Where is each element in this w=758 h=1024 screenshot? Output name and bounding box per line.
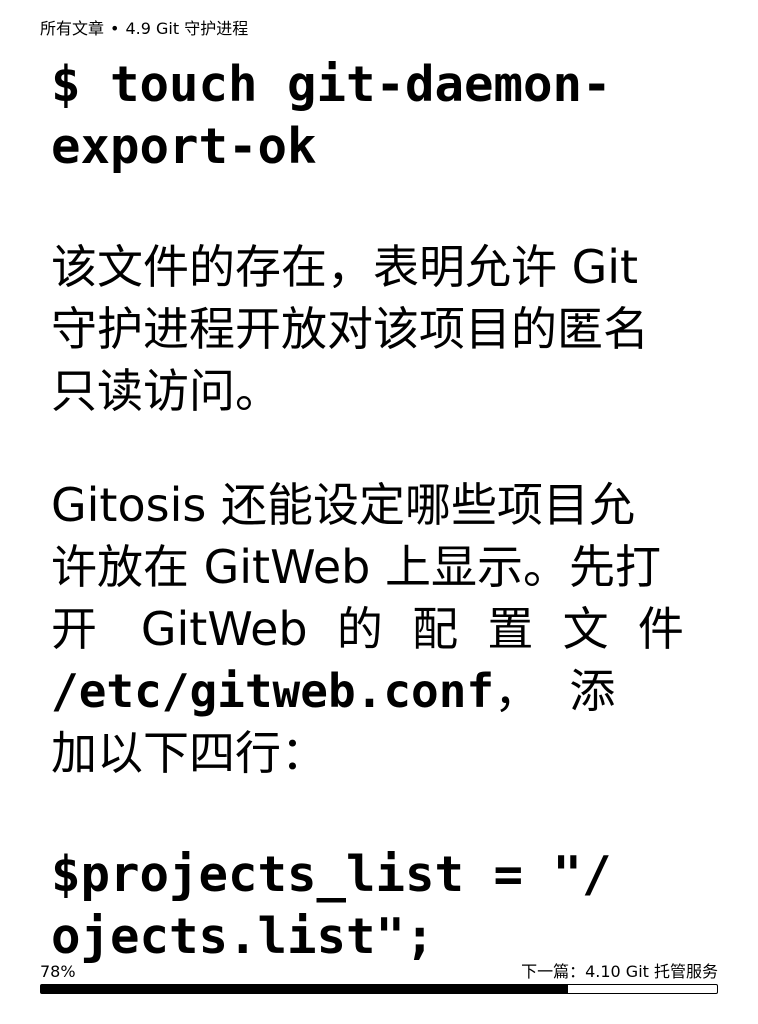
paragraph-line: /etc/gitweb.conf， 添 [51, 660, 709, 722]
code-line: $ touch git-daemon- [51, 56, 612, 113]
code-block-touch: $ touch git-daemon- export-ok [51, 54, 709, 178]
reader-header: 所有文章 • 4.9 Git 守护进程 [40, 18, 248, 40]
article-content: $ touch git-daemon- export-ok 该文件的存在，表明允… [51, 54, 709, 968]
code-block-projects-list: $projects_list = "/ ojects.list"; [51, 844, 709, 968]
paragraph-daemon-export: 该文件的存在，表明允许 Git 守护进程开放对该项目的匿名 只读访问。 [51, 236, 709, 422]
breadcrumb-chapter: 4.9 Git 守护进程 [125, 19, 249, 38]
reading-progress-fill [41, 985, 569, 993]
code-line: $projects_list = "/ [51, 846, 612, 903]
paragraph-line: 开 GitWeb 的 配 置 文 件 [51, 602, 684, 656]
inline-code-path: /etc/gitweb.conf [51, 664, 495, 718]
paragraph-line: Gitosis 还能设定哪些项目允 [51, 478, 635, 532]
paragraph-line: 加以下四行： [51, 726, 327, 780]
reading-progress-percent: 78% [40, 962, 76, 981]
paragraph-text: ， 添 [494, 664, 616, 718]
code-line: export-ok [51, 118, 317, 175]
paragraph-line: 许放在 GitWeb 上显示。先打 [51, 540, 661, 594]
paragraph-line: 守护进程开放对该项目的匿名 [51, 302, 649, 356]
breadcrumb-separator: • [110, 19, 120, 38]
reading-progress-bar[interactable] [40, 984, 718, 994]
breadcrumb-all-articles[interactable]: 所有文章 [40, 19, 104, 38]
paragraph-line: 该文件的存在，表明允许 Git [51, 240, 639, 294]
paragraph-line: 只读访问。 [51, 364, 281, 418]
paragraph-gitweb: Gitosis 还能设定哪些项目允 许放在 GitWeb 上显示。先打 开 Gi… [51, 474, 709, 784]
code-line: ojects.list"; [51, 908, 435, 965]
next-article-link[interactable]: 下一篇：4.10 Git 托管服务 [521, 962, 718, 982]
